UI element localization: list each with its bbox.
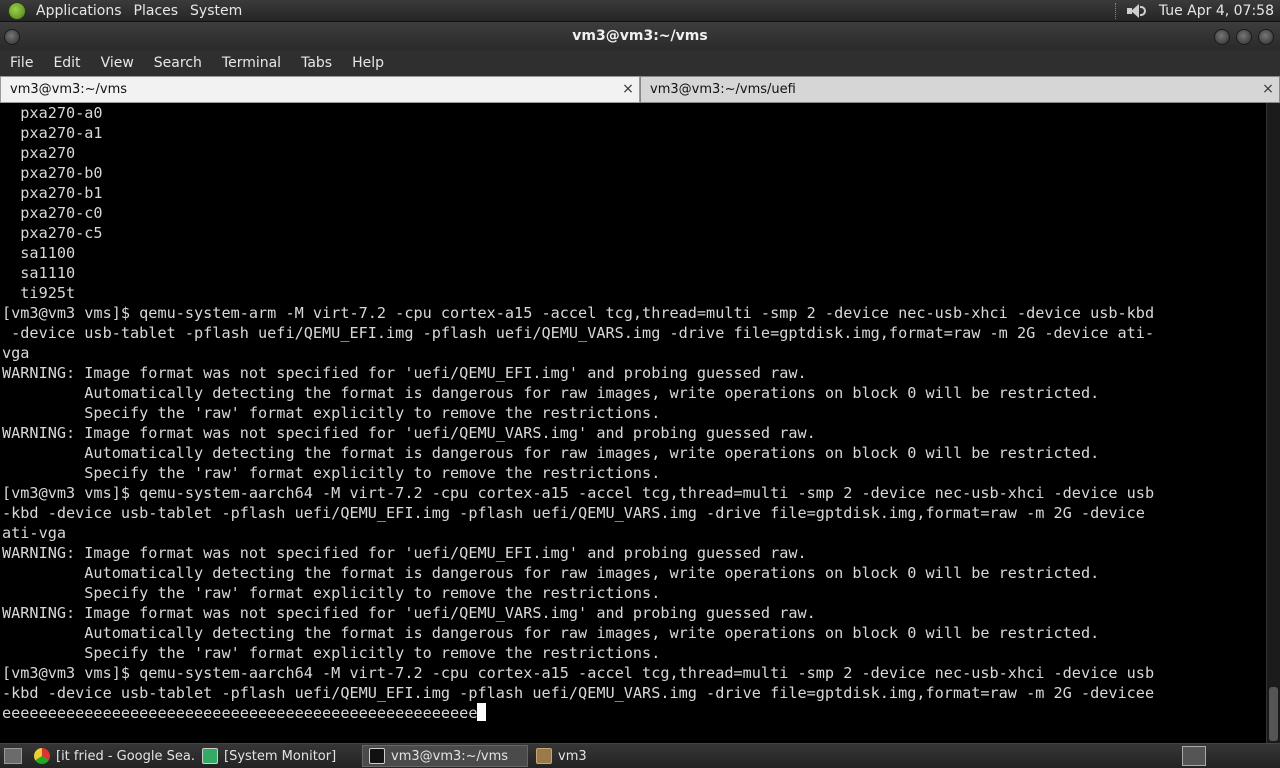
- clock[interactable]: Tue Apr 4, 07:58: [1159, 3, 1280, 19]
- menu-tabs[interactable]: Tabs: [291, 55, 342, 71]
- bottom-panel: [it fried - Google Sea... [System Monito…: [0, 743, 1280, 768]
- terminal-line: pxa270: [2, 144, 76, 162]
- tab-label: vm3@vm3:~/vms: [10, 82, 128, 97]
- applications-menu[interactable]: Applications: [32, 3, 130, 19]
- maximize-button[interactable]: [1236, 29, 1252, 45]
- menu-edit[interactable]: Edit: [43, 55, 90, 71]
- terminal-input-line[interactable]: eeeeeeeeeeeeeeeeeeeeeeeeeeeeeeeeeeeeeeee…: [2, 703, 1266, 723]
- terminal-line: pxa270-a0: [2, 104, 103, 122]
- tab-vms-uefi[interactable]: vm3@vm3:~/vms/uefi ×: [640, 76, 1280, 103]
- terminal-line: WARNING: Image format was not specified …: [2, 604, 816, 622]
- terminal-icon: [369, 748, 385, 764]
- task-label: [System Monitor]: [224, 748, 337, 764]
- terminal-line: Automatically detecting the format is da…: [2, 444, 1100, 462]
- command-input-text: eeeeeeeeeeeeeeeeeeeeeeeeeeeeeeeeeeeeeeee…: [2, 704, 478, 722]
- close-icon[interactable]: ×: [1261, 82, 1275, 96]
- menu-view[interactable]: View: [91, 55, 144, 71]
- panel-separator: [1114, 2, 1117, 19]
- tab-vms[interactable]: vm3@vm3:~/vms ×: [0, 76, 640, 103]
- terminal-line: Specify the 'raw' format explicitly to r…: [2, 404, 661, 422]
- volume-icon[interactable]: [1125, 2, 1147, 20]
- workspace-switcher-icon[interactable]: [1182, 746, 1206, 766]
- terminal-line: pxa270-c0: [2, 204, 103, 222]
- terminal-line: vga: [2, 344, 30, 362]
- menu-terminal[interactable]: Terminal: [212, 55, 291, 71]
- terminal-line: pxa270-b1: [2, 184, 103, 202]
- folder-icon: [536, 748, 552, 764]
- terminal-line: Specify the 'raw' format explicitly to r…: [2, 644, 661, 662]
- terminal-line: Automatically detecting the format is da…: [2, 624, 1100, 642]
- task-label: [it fried - Google Sea...: [56, 748, 194, 764]
- taskbar-item-terminal[interactable]: vm3@vm3:~/vms: [362, 745, 528, 767]
- terminal-scrollbar[interactable]: [1266, 103, 1280, 743]
- task-label: vm3: [558, 748, 587, 764]
- minimize-button[interactable]: [1214, 29, 1230, 45]
- terminal-line: pxa270-a1: [2, 124, 103, 142]
- taskbar-item-browser[interactable]: [it fried - Google Sea...: [28, 745, 194, 767]
- show-desktop-icon[interactable]: [4, 748, 22, 764]
- task-label: vm3@vm3:~/vms: [391, 748, 509, 764]
- terminal-line: [vm3@vm3 vms]$ qemu-system-aarch64 -M vi…: [2, 664, 1155, 682]
- menu-search[interactable]: Search: [144, 55, 212, 71]
- tab-label: vm3@vm3:~/vms/uefi: [650, 82, 796, 97]
- taskbar-item-folder[interactable]: vm3: [530, 745, 650, 767]
- window-title: vm3@vm3:~/vms: [572, 28, 708, 44]
- close-icon[interactable]: ×: [621, 82, 635, 96]
- terminal-line: WARNING: Image format was not specified …: [2, 544, 807, 562]
- terminal-line: -kbd -device usb-tablet -pflash uefi/QEM…: [2, 684, 1155, 702]
- window-menu-button[interactable]: [4, 29, 20, 45]
- terminal-line: sa1110: [2, 264, 76, 282]
- scrollbar-thumb[interactable]: [1269, 687, 1278, 741]
- terminal-line: WARNING: Image format was not specified …: [2, 424, 816, 442]
- terminal-line: Specify the 'raw' format explicitly to r…: [2, 584, 661, 602]
- gnome-foot-icon[interactable]: [8, 1, 26, 20]
- terminal-line: pxa270-b0: [2, 164, 103, 182]
- terminal-line: sa1100: [2, 244, 76, 262]
- terminal-line: ati-vga: [2, 524, 67, 542]
- menubar: File Edit View Search Terminal Tabs Help: [0, 50, 1280, 76]
- terminal-line: Automatically detecting the format is da…: [2, 384, 1100, 402]
- terminal-line: -device usb-tablet -pflash uefi/QEMU_EFI…: [2, 324, 1155, 342]
- terminal-output[interactable]: pxa270-a0 pxa270-a1 pxa270 pxa270-b0 pxa…: [0, 103, 1266, 743]
- terminal-line: Automatically detecting the format is da…: [2, 564, 1100, 582]
- menu-file[interactable]: File: [0, 55, 43, 71]
- tab-bar: vm3@vm3:~/vms × vm3@vm3:~/vms/uefi ×: [0, 76, 1280, 103]
- system-menu[interactable]: System: [186, 3, 250, 19]
- system-monitor-icon: [202, 748, 218, 764]
- terminal-line: -kbd -device usb-tablet -pflash uefi/QEM…: [2, 504, 1145, 522]
- close-window-button[interactable]: [1258, 29, 1274, 45]
- terminal-line: Specify the 'raw' format explicitly to r…: [2, 464, 661, 482]
- window-titlebar[interactable]: vm3@vm3:~/vms: [0, 22, 1280, 50]
- terminal-line: WARNING: Image format was not specified …: [2, 364, 807, 382]
- chrome-icon: [34, 748, 50, 764]
- text-cursor: [477, 703, 487, 721]
- terminal-line: pxa270-c5: [2, 224, 103, 242]
- terminal-line: ti925t: [2, 284, 76, 302]
- terminal-line: [vm3@vm3 vms]$ qemu-system-aarch64 -M vi…: [2, 484, 1155, 502]
- top-panel: Applications Places System Tue Apr 4, 07…: [0, 0, 1280, 22]
- terminal-line: [vm3@vm3 vms]$ qemu-system-arm -M virt-7…: [2, 304, 1155, 322]
- places-menu[interactable]: Places: [130, 3, 187, 19]
- taskbar-item-system-monitor[interactable]: [System Monitor]: [196, 745, 360, 767]
- menu-help[interactable]: Help: [342, 55, 394, 71]
